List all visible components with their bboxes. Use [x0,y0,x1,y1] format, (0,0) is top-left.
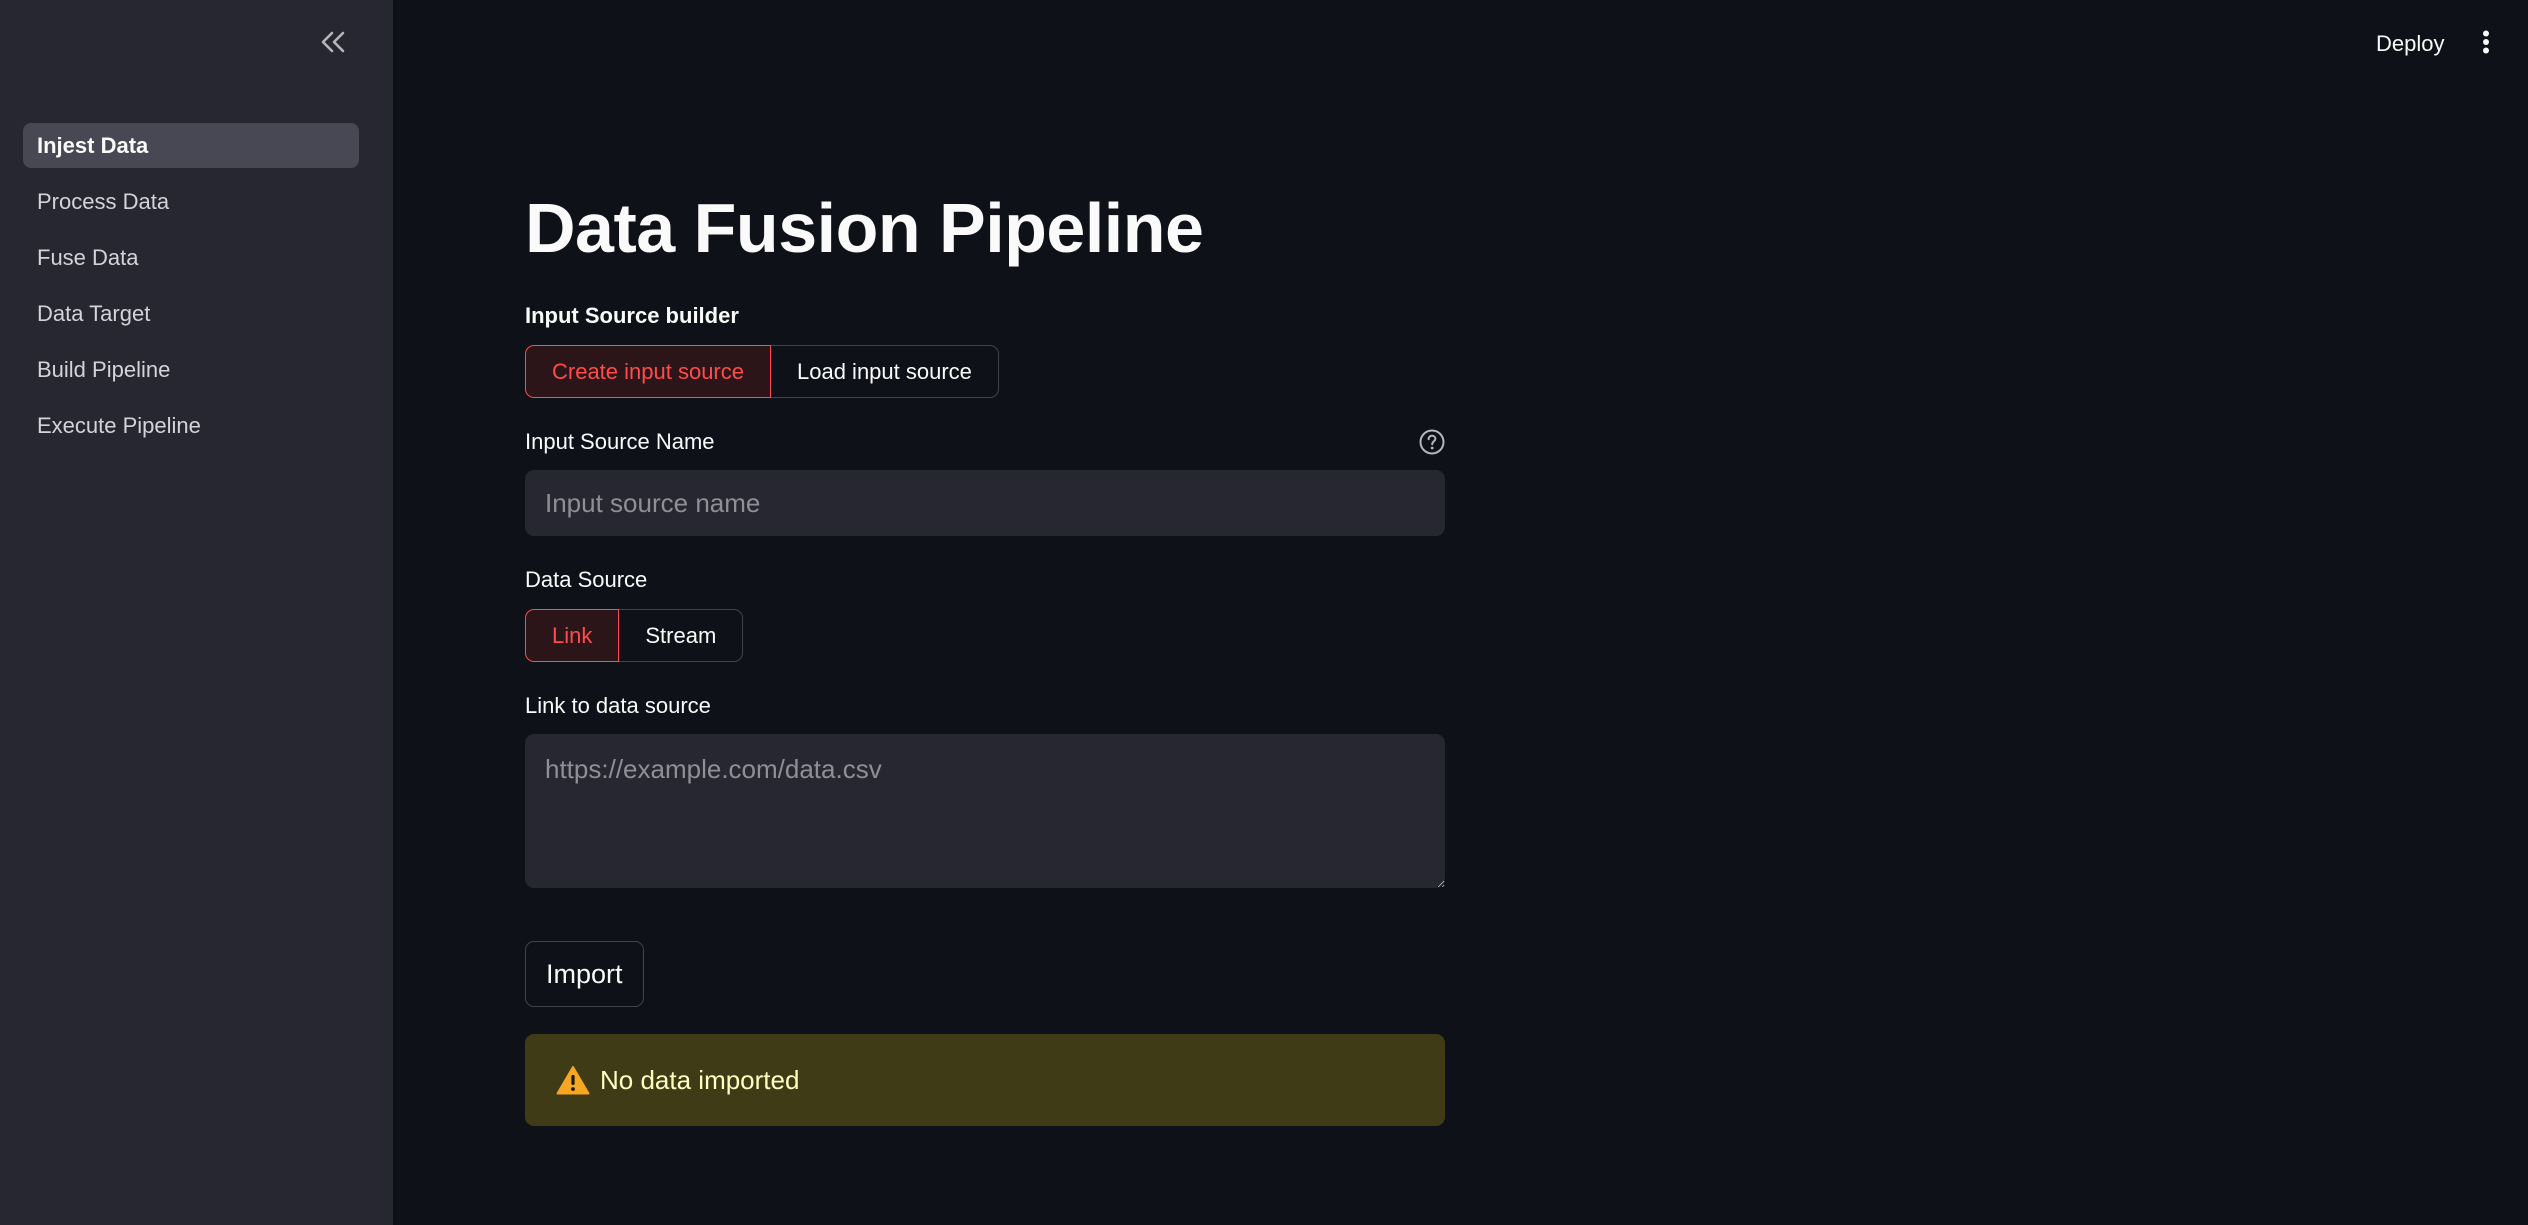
deploy-button[interactable]: Deploy [2360,22,2460,66]
double-chevron-left-icon [320,31,346,58]
import-button[interactable]: Import [525,941,644,1007]
data-source-segmented-control: Link Stream [525,609,744,662]
warning-alert: No data imported [525,1034,1445,1126]
builder-label: Input Source builder [525,303,739,328]
source-name-label: Input Source Name [525,429,715,454]
main-menu-button[interactable] [2466,22,2506,66]
page-title: Data Fusion Pipeline [525,189,1204,267]
sidebar-item-label: Process Data [37,188,170,214]
sidebar-nav: Injest Data Process Data Fuse Data Data … [23,123,359,459]
data-source-label: Data Source [525,567,648,592]
sidebar: Injest Data Process Data Fuse Data Data … [0,0,393,1225]
builder-segmented-control: Create input source Load input source [525,345,999,398]
link-option[interactable]: Link [525,609,620,662]
stream-option[interactable]: Stream [619,609,744,662]
sidebar-item-injest-data[interactable]: Injest Data [23,123,359,168]
warning-message: No data imported [600,1064,800,1095]
input-source-name-field[interactable] [525,470,1445,536]
sidebar-item-label: Injest Data [37,132,149,158]
sidebar-item-process-data[interactable]: Process Data [23,179,359,224]
link-label: Link to data source [525,693,711,718]
sidebar-item-label: Execute Pipeline [37,412,201,438]
create-input-source-option[interactable]: Create input source [525,345,771,398]
sidebar-item-data-target[interactable]: Data Target [23,291,359,336]
sidebar-item-fuse-data[interactable]: Fuse Data [23,235,359,280]
collapse-sidebar-button[interactable] [313,24,353,64]
vertical-ellipsis-icon [2482,30,2490,59]
link-to-data-source-field[interactable] [525,734,1445,888]
sidebar-item-label: Fuse Data [37,244,139,270]
sidebar-item-execute-pipeline[interactable]: Execute Pipeline [23,403,359,448]
warning-triangle-icon [556,1063,590,1097]
sidebar-item-label: Build Pipeline [37,356,171,382]
sidebar-item-label: Data Target [37,300,151,326]
help-tooltip-trigger[interactable] [1418,429,1446,460]
sidebar-item-build-pipeline[interactable]: Build Pipeline [23,347,359,392]
load-input-source-option[interactable]: Load input source [771,345,999,398]
question-circle-icon [1419,429,1445,460]
